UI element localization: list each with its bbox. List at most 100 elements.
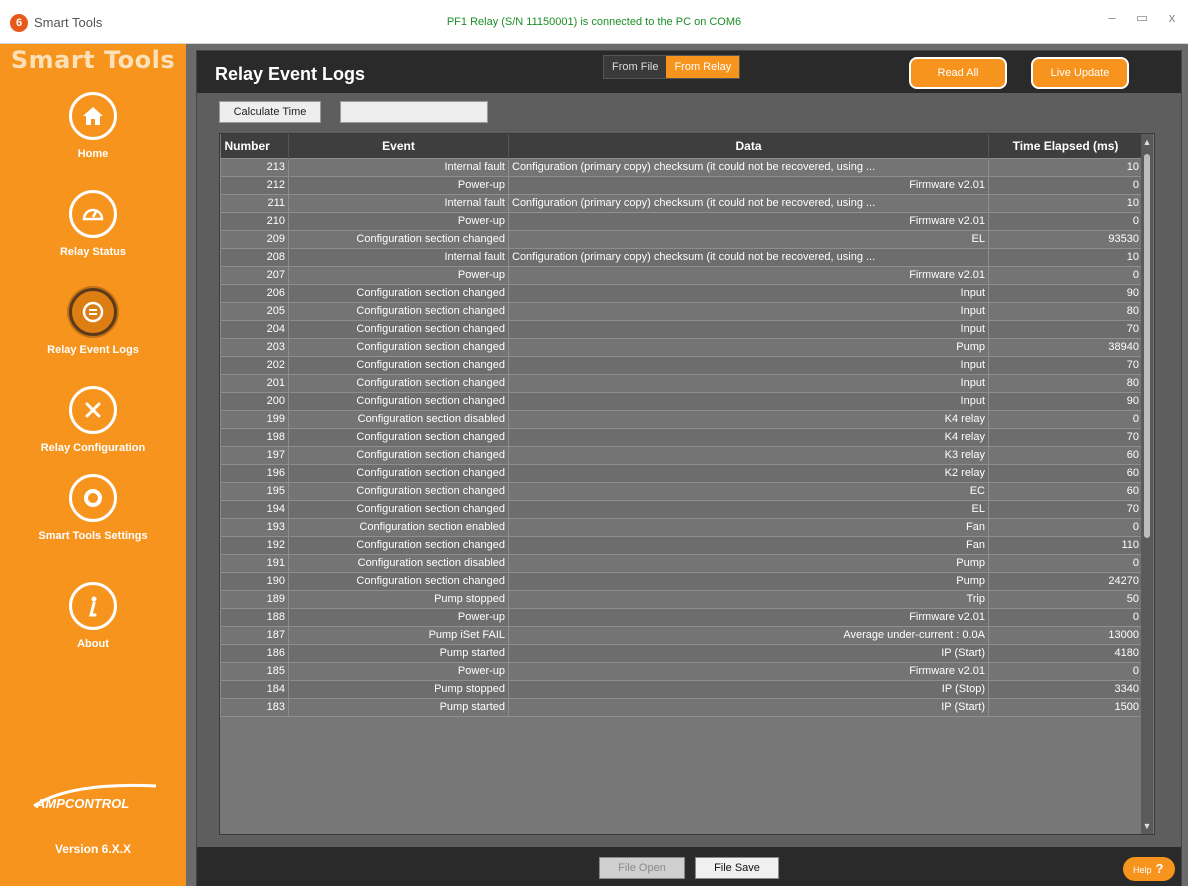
nav-label-about: About bbox=[77, 638, 109, 650]
nav-smart-tools-settings[interactable]: Smart Tools Settings bbox=[0, 474, 186, 542]
cell-number: 203 bbox=[220, 337, 289, 357]
from-relay-tab[interactable]: From Relay bbox=[666, 56, 740, 78]
cell-time-elapsed: 110 bbox=[988, 535, 1143, 555]
cell-number: 213 bbox=[220, 157, 289, 177]
cell-time-elapsed: 60 bbox=[988, 481, 1143, 501]
cell-event: Configuration section changed bbox=[288, 283, 509, 303]
table-row[interactable]: 193 Configuration section enabled Fan 0 bbox=[220, 517, 1143, 537]
maximize-button[interactable]: ▭ bbox=[1134, 10, 1150, 26]
table-row[interactable]: 201 Configuration section changed Input 80 bbox=[220, 373, 1143, 393]
page-title: Relay Event Logs bbox=[215, 64, 366, 84]
cell-event: Configuration section changed bbox=[288, 427, 509, 447]
cell-event: Configuration section changed bbox=[288, 571, 509, 591]
nav-relay-status[interactable]: Relay Status bbox=[0, 190, 186, 258]
table-row[interactable]: 198 Configuration section changed K4 relay… bbox=[220, 427, 1143, 447]
table-row[interactable]: 213 Internal fault Configuration (primary … bbox=[220, 157, 1143, 177]
table-row[interactable]: 207 Power-up Firmware v2.01 0 bbox=[220, 265, 1143, 285]
time-field[interactable] bbox=[340, 101, 488, 123]
table-row[interactable]: 195 Configuration section changed EC 60 bbox=[220, 481, 1143, 501]
cell-number: 191 bbox=[220, 553, 289, 573]
table-row[interactable]: 205 Configuration section changed Input 80 bbox=[220, 301, 1143, 321]
table-row[interactable]: 183 Pump started IP (Start) 1500 bbox=[220, 697, 1143, 717]
table-row[interactable]: 191 Configuration section disabled Pump 0 bbox=[220, 553, 1143, 573]
file-save-button[interactable]: File Save bbox=[695, 857, 779, 879]
cell-event: Internal fault bbox=[288, 157, 509, 177]
table-row[interactable]: 204 Configuration section changed Input 70 bbox=[220, 319, 1143, 339]
table-row[interactable]: 208 Internal fault Configuration (primary … bbox=[220, 247, 1143, 267]
table-row[interactable]: 202 Configuration section changed Input 70 bbox=[220, 355, 1143, 375]
table-row[interactable]: 209 Configuration section changed EL 93530 bbox=[220, 229, 1143, 249]
column-header-number[interactable]: Number bbox=[220, 134, 289, 158]
read-all-button[interactable]: Read All bbox=[909, 57, 1007, 89]
nav-relay-configuration[interactable]: Relay Configuration bbox=[0, 386, 186, 454]
cell-data: Firmware v2.01 bbox=[508, 661, 989, 681]
file-open-button[interactable]: File Open bbox=[599, 857, 685, 879]
svg-text:AMPCONTROL: AMPCONTROL bbox=[35, 796, 129, 811]
cell-event: Configuration section changed bbox=[288, 301, 509, 321]
cell-data: Configuration (primary copy) checksum (i… bbox=[508, 193, 989, 213]
nav-about[interactable]: About bbox=[0, 582, 186, 650]
table-row[interactable]: 190 Configuration section changed Pump 2427… bbox=[220, 571, 1143, 591]
cell-number: 185 bbox=[220, 661, 289, 681]
close-button[interactable]: x bbox=[1164, 10, 1180, 26]
scroll-thumb[interactable] bbox=[1144, 154, 1150, 538]
cell-data: Firmware v2.01 bbox=[508, 211, 989, 231]
live-update-button[interactable]: Live Update bbox=[1031, 57, 1129, 89]
table-row[interactable]: 184 Pump stopped IP (Stop) 3340 bbox=[220, 679, 1143, 699]
table-row[interactable]: 189 Pump stopped Trip 50 bbox=[220, 589, 1143, 609]
column-header-event[interactable]: Event bbox=[288, 134, 509, 158]
scroll-down-icon[interactable]: ▼ bbox=[1141, 818, 1153, 834]
cell-number: 198 bbox=[220, 427, 289, 447]
cell-data: Input bbox=[508, 301, 989, 321]
column-header-data[interactable]: Data bbox=[508, 134, 989, 158]
nav-home[interactable]: Home bbox=[0, 92, 186, 160]
table-row[interactable]: 212 Power-up Firmware v2.01 0 bbox=[220, 175, 1143, 195]
table-row[interactable]: 194 Configuration section changed EL 70 bbox=[220, 499, 1143, 519]
vertical-scrollbar[interactable]: ▲ ▼ bbox=[1141, 134, 1153, 834]
nav-label-home: Home bbox=[77, 148, 109, 160]
cell-time-elapsed: 0 bbox=[988, 175, 1143, 195]
cell-data: Pump bbox=[508, 571, 989, 591]
cell-number: 205 bbox=[220, 301, 289, 321]
cell-time-elapsed: 38940 bbox=[988, 337, 1143, 357]
cell-event: Power-up bbox=[288, 607, 509, 627]
company-logo: AMPCONTROL bbox=[30, 778, 160, 814]
table-row[interactable]: 192 Configuration section changed Fan 110 bbox=[220, 535, 1143, 555]
cell-event: Pump stopped bbox=[288, 679, 509, 699]
cell-time-elapsed: 93530 bbox=[988, 229, 1143, 249]
table-row[interactable]: 185 Power-up Firmware v2.01 0 bbox=[220, 661, 1143, 681]
table-row[interactable]: 199 Configuration section disabled K4 rela… bbox=[220, 409, 1143, 429]
cell-number: 195 bbox=[220, 481, 289, 501]
cell-data: Input bbox=[508, 283, 989, 303]
cell-data: EL bbox=[508, 229, 989, 249]
cell-event: Configuration section changed bbox=[288, 373, 509, 393]
cell-data: K4 relay bbox=[508, 427, 989, 447]
table-row[interactable]: 206 Configuration section changed Input 90 bbox=[220, 283, 1143, 303]
cell-data: Pump bbox=[508, 553, 989, 573]
table-row[interactable]: 196 Configuration section changed K2 relay… bbox=[220, 463, 1143, 483]
table-row[interactable]: 210 Power-up Firmware v2.01 0 bbox=[220, 211, 1143, 231]
table-row[interactable]: 211 Internal fault Configuration (primary … bbox=[220, 193, 1143, 213]
help-button[interactable]: Help? bbox=[1123, 857, 1175, 881]
main-panel: Relay Event Logs From File From Relay Re… bbox=[186, 44, 1188, 886]
table-row[interactable]: 188 Power-up Firmware v2.01 0 bbox=[220, 607, 1143, 627]
column-header-time-elapsed[interactable]: Time Elapsed (ms) bbox=[988, 134, 1143, 158]
info-icon bbox=[69, 582, 117, 630]
calculate-time-button[interactable]: Calculate Time bbox=[219, 101, 321, 123]
cell-data: Pump bbox=[508, 337, 989, 357]
table-row[interactable]: 197 Configuration section changed K3 relay… bbox=[220, 445, 1143, 465]
cell-time-elapsed: 3340 bbox=[988, 679, 1143, 699]
table-row[interactable]: 203 Configuration section changed Pump 3894… bbox=[220, 337, 1143, 357]
table-row[interactable]: 187 Pump iSet FAIL Average under-current :… bbox=[220, 625, 1143, 645]
connection-status: PF1 Relay (S/N 11150001) is connected to… bbox=[446, 16, 742, 28]
nav-relay-event-logs[interactable]: Relay Event Logs bbox=[0, 288, 186, 356]
cell-data: IP (Stop) bbox=[508, 679, 989, 699]
table-row[interactable]: 186 Pump started IP (Start) 4180 bbox=[220, 643, 1143, 663]
table-header-row: Number Event Data Time Elapsed (ms) bbox=[220, 134, 1143, 158]
cell-number: 186 bbox=[220, 643, 289, 663]
scroll-up-icon[interactable]: ▲ bbox=[1141, 134, 1153, 150]
cell-data: EL bbox=[508, 499, 989, 519]
minimize-button[interactable]: – bbox=[1104, 10, 1120, 26]
table-row[interactable]: 200 Configuration section changed Input 90 bbox=[220, 391, 1143, 411]
from-file-tab[interactable]: From File bbox=[604, 56, 667, 78]
